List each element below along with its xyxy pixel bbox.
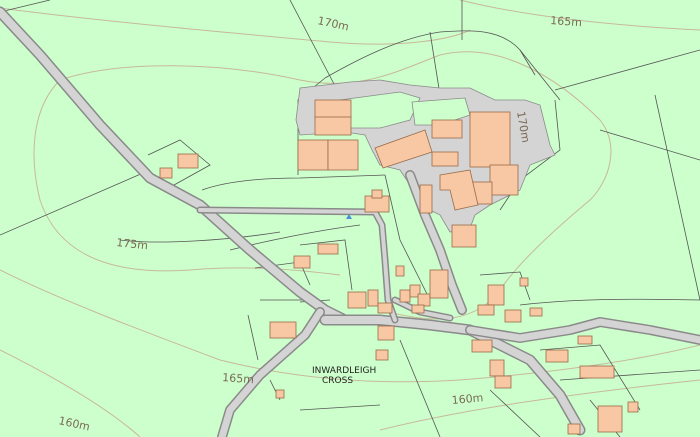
building xyxy=(399,289,411,303)
contour-label-165m-south: 165m xyxy=(222,371,255,386)
building xyxy=(471,339,493,353)
building xyxy=(469,111,511,168)
building xyxy=(314,116,352,136)
building xyxy=(489,359,505,377)
building xyxy=(177,153,199,169)
building xyxy=(494,375,512,389)
building xyxy=(504,309,522,323)
building xyxy=(419,184,433,214)
building xyxy=(477,304,495,316)
building xyxy=(327,139,359,171)
place-name-line2: CROSS xyxy=(322,376,353,386)
building xyxy=(577,335,593,345)
contour-label-160m-south: 160m xyxy=(451,391,484,407)
place-name-line1: INWARDLEIGH xyxy=(312,366,376,376)
building xyxy=(519,277,529,287)
building xyxy=(377,302,393,314)
building xyxy=(627,401,639,413)
building xyxy=(597,405,623,433)
building xyxy=(431,119,463,139)
building xyxy=(371,189,383,199)
building xyxy=(395,265,405,277)
building xyxy=(429,269,449,299)
building xyxy=(431,151,459,167)
building xyxy=(293,255,311,269)
contour-label-165m-northeast: 165m xyxy=(550,14,583,29)
building xyxy=(159,167,173,179)
building xyxy=(314,99,352,119)
building xyxy=(367,289,379,307)
building xyxy=(375,349,389,361)
building xyxy=(297,139,329,171)
building xyxy=(317,243,339,255)
building xyxy=(545,349,569,363)
building xyxy=(377,325,395,341)
map-canvas[interactable]: 170m 165m 170m 175m 165m 160m 160m INWAR… xyxy=(0,0,700,437)
building xyxy=(579,365,615,379)
building xyxy=(529,307,543,317)
building xyxy=(451,224,477,248)
building xyxy=(275,389,285,399)
building xyxy=(269,321,297,339)
building xyxy=(417,293,431,307)
building xyxy=(347,291,367,309)
building xyxy=(489,164,519,196)
building xyxy=(411,304,425,314)
building xyxy=(567,423,581,435)
building xyxy=(487,284,505,306)
